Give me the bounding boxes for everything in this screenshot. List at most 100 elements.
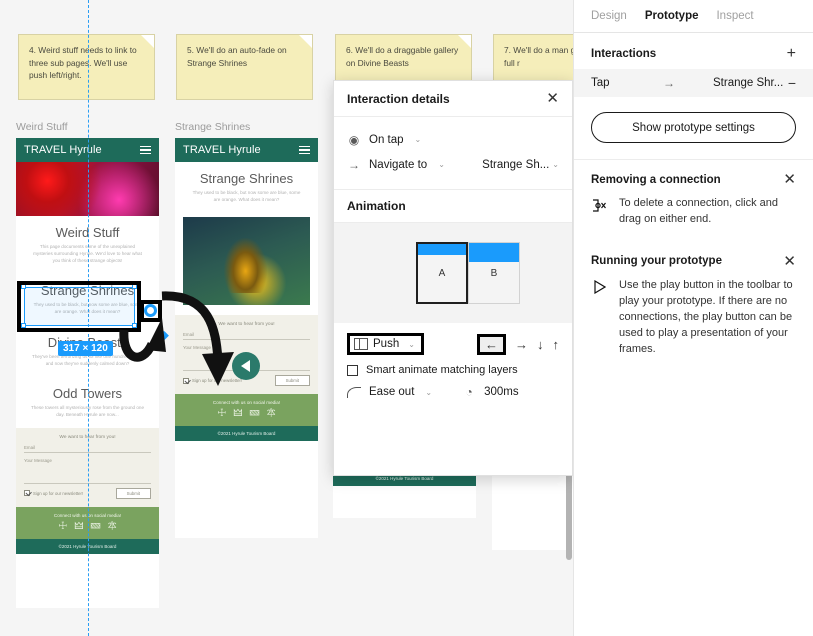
easing-row[interactable]: Ease out ⌄ ◔ 300ms (347, 386, 559, 398)
chevron-down-icon[interactable]: ⌄ (438, 160, 445, 169)
arrow-right-icon: → (663, 76, 675, 90)
social-icon-1[interactable]: ☩ (217, 409, 226, 419)
checkbox-icon (24, 490, 30, 497)
social-icon-2[interactable]: 🜲 (233, 409, 242, 419)
social-title: Connect with us on social media! (212, 400, 281, 406)
clock-icon: ◔ (465, 385, 473, 399)
preview-card-b-label: B (490, 267, 498, 279)
direction-left-button[interactable]: ← (477, 333, 506, 355)
target-icon: ◉ (348, 132, 360, 147)
sticky-note[interactable]: 5. We'll do an auto-fade on Strange Shri… (176, 34, 313, 100)
interaction-config-section: ◉ On tap ⌄ → Navigate to ⌄ Strange Sh...… (334, 117, 572, 190)
chevron-down-icon[interactable]: ⌄ (425, 388, 432, 397)
close-icon[interactable]: ✕ (546, 91, 559, 106)
sticky-fold-icon (458, 35, 471, 48)
site-navbar: TRAVEL Hyrule (175, 138, 318, 162)
page-intro-text: They used to be black, but now some are … (192, 190, 301, 203)
sticky-note-text: 5. We'll do an auto-fade on Strange Shri… (187, 45, 287, 68)
interaction-target: Strange Shr... (713, 77, 784, 89)
social-icon-4[interactable]: 🜾 (108, 521, 117, 532)
interactions-header: Interactions + (574, 33, 813, 69)
preview-card-a: A (416, 242, 468, 304)
interaction-trigger: Tap (591, 77, 610, 89)
sticky-fold-icon (299, 35, 312, 48)
tab-prototype[interactable]: Prototype (645, 10, 699, 22)
duration-value[interactable]: 300ms (484, 386, 519, 398)
page-title: Strange Shrines (199, 171, 294, 186)
panel-tabs[interactable]: Design Prototype Inspect (574, 0, 813, 33)
chevron-down-icon[interactable]: ⌄ (415, 135, 422, 144)
tip-removing-a-connection: Removing a connection ✕ To delete a conn… (574, 159, 813, 228)
social-icon-1[interactable]: ☩ (58, 521, 67, 532)
direction-down-button[interactable]: ↓ (537, 338, 544, 351)
preview-card-a-label: A (438, 267, 446, 279)
chevron-down-icon[interactable]: ⌄ (408, 340, 415, 349)
interactions-title: Interactions (591, 48, 657, 60)
preview-card-a-bar (418, 244, 466, 255)
social-icon-4[interactable]: 🜾 (267, 409, 276, 419)
animation-preview: A B (334, 223, 572, 323)
direction-right-button[interactable]: → (515, 338, 528, 351)
copyright-text: ©2021 Hyrule Tourism Board (175, 426, 318, 442)
smart-animate-label: Smart animate matching layers (366, 364, 518, 376)
destination-label: Strange Sh... (482, 158, 550, 171)
ease-out-icon (347, 386, 361, 398)
sticky-note-text: 4. Weird stuff needs to link to three su… (29, 45, 137, 81)
smart-animate-checkbox[interactable]: Smart animate matching layers (347, 364, 559, 376)
social-icon-3[interactable]: 🝙 (90, 521, 100, 532)
action-label: Navigate to (369, 158, 428, 171)
direction-up-button[interactable]: ↑ (553, 338, 560, 351)
trigger-label: On tap (369, 133, 404, 146)
sticky-note-text: 6. We'll do a draggable gallery on Divin… (346, 45, 459, 68)
action-row[interactable]: → Navigate to ⌄ Strange Sh... ⌄ (347, 152, 559, 177)
tab-design[interactable]: Design (591, 10, 627, 22)
plus-icon[interactable]: + (787, 46, 796, 62)
close-icon[interactable]: ✕ (783, 172, 796, 187)
preview-card-b: B (468, 242, 520, 304)
hamburger-icon[interactable] (299, 145, 310, 155)
show-prototype-settings-button[interactable]: Show prototype settings (591, 112, 796, 143)
checkbox-icon[interactable] (347, 364, 358, 376)
social-icons[interactable]: ☩ 🜲 🝙 🜾 (179, 409, 314, 419)
selection-size-badge: 317 × 120 (58, 341, 113, 356)
sticky-fold-icon (141, 35, 154, 48)
annotation-arrows (119, 291, 234, 386)
arrow-right-icon: → (348, 157, 360, 172)
tip-title: Removing a connection (591, 173, 721, 186)
close-icon[interactable]: ✕ (783, 254, 796, 269)
play-button-annotation[interactable] (232, 352, 260, 380)
submit-button[interactable]: Submit (274, 375, 310, 387)
submit-button[interactable]: Submit (115, 487, 151, 499)
minus-icon[interactable]: − (788, 75, 796, 91)
interaction-row[interactable]: Tap → Strange Shr... − (574, 69, 813, 97)
destination-select[interactable]: Strange Sh... ⌄ (482, 159, 559, 171)
tip-running-your-prototype: Running your prototype ✕ Use the play bu… (574, 242, 813, 358)
social-icon-3[interactable]: 🝙 (249, 409, 259, 419)
tip-text: To delete a connection, click and drag o… (619, 197, 778, 225)
play-icon (240, 360, 250, 372)
direction-group[interactable]: ← → ↓ ↑ (477, 333, 560, 355)
disconnect-icon (591, 196, 608, 228)
right-sidebar[interactable]: Design Prototype Inspect Interactions + … (573, 0, 813, 636)
animation-heading: Animation (334, 190, 572, 223)
frame-label-strange-shrines[interactable]: Strange Shrines (175, 121, 250, 133)
tab-inspect[interactable]: Inspect (716, 10, 753, 22)
trigger-row[interactable]: ◉ On tap ⌄ (347, 127, 559, 152)
newsletter-checkbox[interactable]: Sign up for our newsletter! (24, 490, 84, 497)
sticky-note[interactable]: 4. Weird stuff needs to link to three su… (18, 34, 155, 100)
dialog-title: Interaction details (347, 91, 450, 106)
interaction-details-dialog[interactable]: Interaction details ✕ ◉ On tap ⌄ → Navig… (333, 80, 573, 476)
transition-type-select[interactable]: Push ⌄ (347, 333, 424, 355)
frame-label-weird-stuff[interactable]: Weird Stuff (16, 121, 68, 133)
newsletter-label: Sign up for our newsletter! (33, 490, 84, 496)
play-icon (591, 278, 608, 358)
transition-type-label: Push (373, 338, 400, 350)
chevron-down-icon[interactable]: ⌄ (552, 160, 559, 169)
push-icon (354, 338, 368, 350)
preview-card-b-bar (469, 243, 519, 262)
tip-text: Use the play button in the toolbar to pl… (619, 278, 793, 355)
hamburger-icon[interactable] (140, 145, 151, 155)
site-brand: TRAVEL Hyrule (24, 144, 102, 156)
tip-title: Running your prototype (591, 255, 722, 268)
social-icon-2[interactable]: 🜲 (74, 521, 83, 532)
